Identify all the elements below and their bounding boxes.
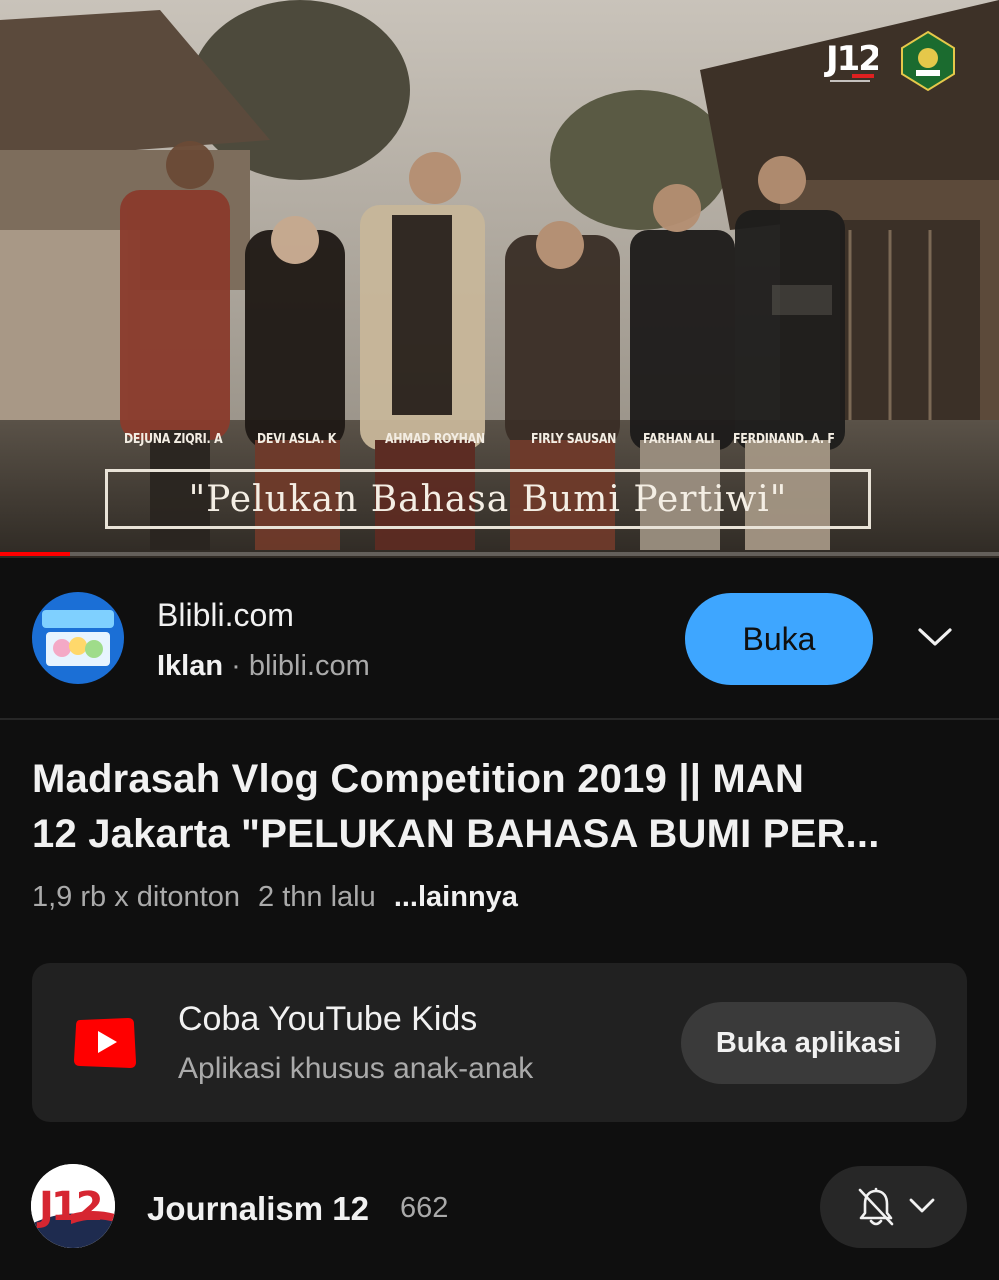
video-title-line: 12 Jakarta "PELUKAN BAHASA BUMI PER...	[32, 812, 880, 856]
ad-separator: ·	[231, 650, 241, 682]
video-title-card-text: "Pelukan Bahasa Bumi Pertiwi"	[188, 478, 788, 520]
upload-age: 2 thn lalu	[258, 881, 376, 913]
cast-name: FIRLY SAUSAN	[531, 432, 617, 447]
advertiser-avatar[interactable]	[32, 592, 124, 684]
cast-name: AHMAD ROYHAN	[385, 432, 485, 447]
kids-promo-subtitle: Aplikasi khusus anak-anak	[178, 1052, 534, 1085]
progress-fill	[0, 552, 70, 556]
view-count: 1,9 rb x ditonton	[32, 881, 240, 913]
ad-meta: Iklan · blibli.com	[157, 650, 370, 683]
cast-name: DEJUNA ZIQRI. A	[124, 432, 223, 447]
svg-text:J12: J12	[36, 1184, 101, 1230]
open-app-button[interactable]: Buka aplikasi	[681, 1002, 936, 1084]
cast-names: DEJUNA ZIQRI. A DEVI ASLA. K AHMAD ROYHA…	[0, 432, 999, 452]
chevron-down-icon	[909, 1198, 935, 1213]
cast-name: FARHAN ALI	[643, 432, 715, 447]
notification-settings-button[interactable]	[820, 1166, 967, 1248]
channel-name[interactable]: Journalism 12	[147, 1190, 369, 1228]
open-ad-button[interactable]: Buka	[685, 593, 873, 685]
bell-off-icon	[858, 1187, 894, 1226]
kemenag-logo	[901, 30, 955, 92]
subscriber-count: 662	[400, 1192, 449, 1224]
video-title-card: "Pelukan Bahasa Bumi Pertiwi"	[105, 469, 871, 529]
ad-domain: blibli.com	[248, 650, 370, 682]
video-stats[interactable]: 1,9 rb x ditonton 2 thn lalu ...lainnya	[32, 881, 518, 914]
svg-text:J12: J12	[824, 39, 878, 79]
video-player[interactable]: J12 DEJUNA ZIQRI. A DEVI ASLA. K AHMAD R…	[0, 0, 999, 558]
cast-name: FERDINAND. A. F	[733, 432, 835, 447]
youtube-kids-icon	[74, 1018, 136, 1068]
kids-promo-title: Coba YouTube Kids	[178, 1000, 478, 1038]
ad-label: Iklan	[157, 650, 224, 682]
chevron-down-icon[interactable]	[916, 622, 954, 652]
video-title-line: Madrasah Vlog Competition 2019 || MAN	[32, 757, 805, 801]
more-description-link[interactable]: ...lainnya	[394, 881, 518, 913]
advertiser-name: Blibli.com	[157, 597, 294, 633]
j12-logo: J12	[824, 39, 878, 82]
cast-name: DEVI ASLA. K	[257, 432, 337, 447]
video-title[interactable]: Madrasah Vlog Competition 2019 || MAN 12…	[32, 752, 967, 862]
progress-track[interactable]	[0, 552, 999, 556]
channel-avatar[interactable]: J12	[31, 1164, 115, 1248]
